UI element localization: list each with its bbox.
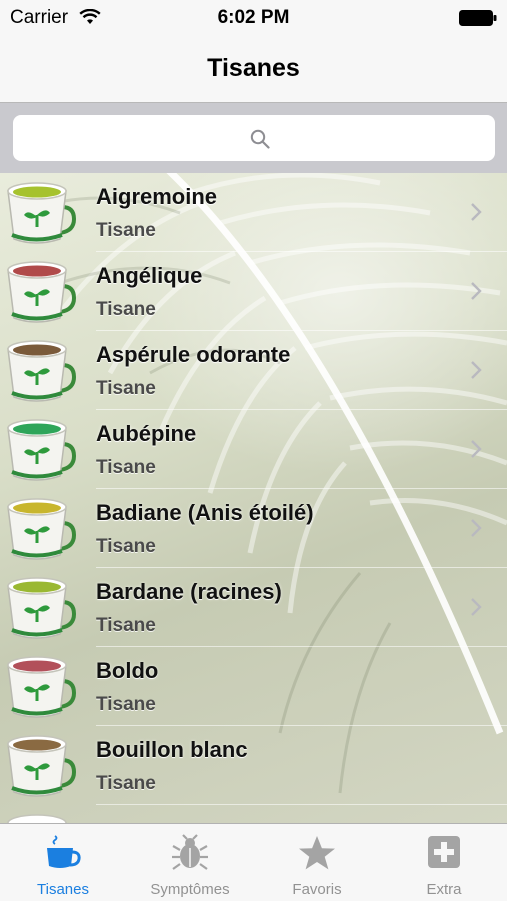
teacup-icon <box>7 735 77 797</box>
tab-extra[interactable]: Extra <box>381 824 507 901</box>
teacup-icon <box>7 814 67 823</box>
tisane-list[interactable]: Aigremoine Tisane Angélique Tisane Aspér… <box>0 173 507 823</box>
tisane-type: Tisane <box>96 536 156 557</box>
chevron-right-icon <box>471 203 482 221</box>
star-icon <box>299 836 335 870</box>
list-item[interactable]: Aigremoine Tisane <box>0 173 507 252</box>
list-item[interactable]: Boldo Tisane <box>0 647 507 726</box>
list-item[interactable]: Badiane (Anis étoilé) Tisane <box>0 489 507 568</box>
tab-favoris[interactable]: Favoris <box>254 824 380 901</box>
search-icon <box>250 129 270 149</box>
tisane-name: Boldo <box>96 658 159 683</box>
tisane-name: Aigremoine <box>96 184 218 209</box>
tisane-type: Tisane <box>96 457 156 478</box>
plus-box-icon <box>428 836 460 868</box>
teacup-icon <box>7 261 77 323</box>
tisane-type: Tisane <box>96 694 156 715</box>
navigation-bar: Tisanes <box>0 36 507 103</box>
list-item[interactable]: Aubépine Tisane <box>0 410 507 489</box>
page-title: Tisanes <box>207 54 300 82</box>
status-time: 6:02 PM <box>217 7 290 28</box>
teacup-icon <box>7 419 77 481</box>
teacup-icon <box>7 340 77 402</box>
tab-symptomes[interactable]: Symptômes <box>127 824 253 901</box>
battery-icon <box>459 10 497 26</box>
tisane-type: Tisane <box>96 299 156 320</box>
tisane-name: Bardane (racines) <box>96 579 282 604</box>
tab-label: Favoris <box>292 881 342 898</box>
chevron-right-icon <box>471 361 482 379</box>
tab-bar: Tisanes Symptômes Favoris Extra <box>0 823 507 901</box>
search-bar <box>0 103 507 173</box>
chevron-right-icon <box>471 282 482 300</box>
tab-tisanes[interactable]: Tisanes <box>0 824 126 901</box>
status-bar: Carrier 6:02 PM <box>0 0 507 36</box>
teacup-icon <box>7 577 77 639</box>
tab-label: Extra <box>426 881 462 898</box>
tab-label: Tisanes <box>37 881 89 898</box>
bug-icon <box>172 834 208 870</box>
list-item[interactable]: Bouillon blanc Tisane <box>0 726 507 805</box>
tisane-name: Bouillon blanc <box>96 737 248 762</box>
tisane-name: Angélique <box>96 263 203 288</box>
teacup-icon <box>7 498 77 560</box>
teacup-icon <box>7 656 77 718</box>
list-item[interactable]: Angélique Tisane <box>0 252 507 331</box>
tisane-name: Aspérule odorante <box>96 342 291 367</box>
tisane-name: Aubépine <box>96 421 197 446</box>
teacup-icon <box>47 835 81 868</box>
chevron-right-icon <box>471 440 482 458</box>
tab-label: Symptômes <box>150 881 230 898</box>
list-item[interactable]: Bardane (racines) Tisane <box>0 568 507 647</box>
chevron-right-icon <box>471 598 482 616</box>
list-item[interactable]: Aspérule odorante Tisane <box>0 331 507 410</box>
teacup-icon <box>7 182 77 244</box>
chevron-right-icon <box>471 519 482 537</box>
search-input[interactable] <box>13 115 495 161</box>
tisane-type: Tisane <box>96 220 156 241</box>
tisane-type: Tisane <box>96 378 156 399</box>
tisane-type: Tisane <box>96 615 156 636</box>
list-item-partial[interactable] <box>0 805 507 823</box>
tisane-name: Badiane (Anis étoilé) <box>96 500 314 525</box>
tisane-type: Tisane <box>96 773 156 794</box>
